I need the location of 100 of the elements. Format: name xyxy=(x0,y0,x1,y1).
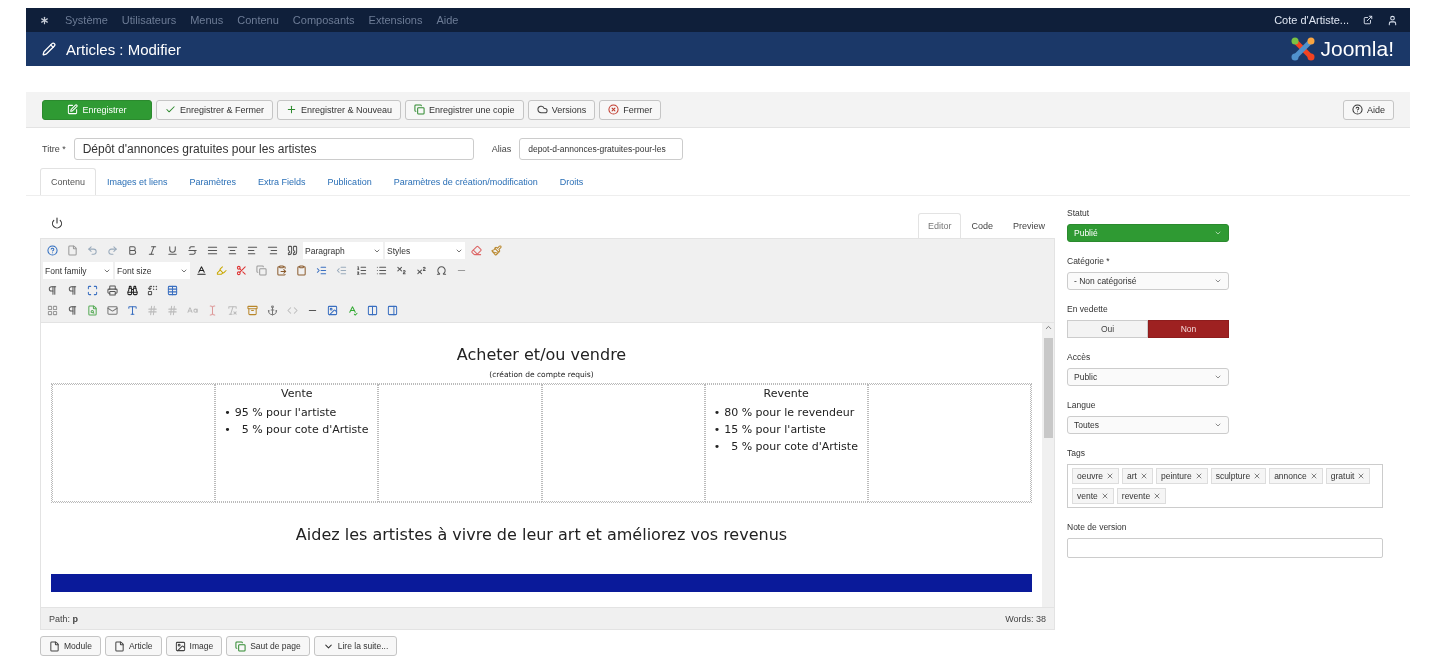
subscript-icon xyxy=(395,265,407,276)
tag[interactable]: vente xyxy=(1072,488,1114,504)
view-tab[interactable]: Preview xyxy=(1003,213,1055,238)
alias-field[interactable]: depot-d-annonces-gratuites-pour-les xyxy=(519,138,684,160)
insert-button[interactable]: Saut de page xyxy=(226,636,310,656)
version-note-label: Note de version xyxy=(1067,522,1128,532)
save-button[interactable]: Enregistrer xyxy=(42,99,152,120)
language-label: Langue xyxy=(1067,400,1097,410)
access-select[interactable]: Public xyxy=(1067,368,1229,386)
tag[interactable]: oeuvre xyxy=(1072,468,1119,484)
caret-icon xyxy=(1214,373,1222,381)
check-icon xyxy=(165,104,176,115)
tab[interactable]: Contenu xyxy=(40,168,97,195)
cut-icon xyxy=(235,265,247,276)
list-item: 5 % pour cote d'Artiste xyxy=(240,422,369,438)
align-right-icon xyxy=(266,245,278,256)
indent-icon xyxy=(315,265,327,276)
scroll-up-icon xyxy=(1043,323,1053,332)
find-icon xyxy=(126,285,138,296)
tags-field[interactable]: oeuvre art peinture sculpture annonce gratuit vente revente xyxy=(1067,464,1383,508)
block-format-select[interactable]: Paragraph xyxy=(303,242,383,259)
language-select[interactable]: Toutes xyxy=(1067,416,1229,434)
menu-item[interactable]: Utilisateurs xyxy=(121,14,177,26)
bullet: • xyxy=(713,439,721,455)
close-button[interactable]: Fermer xyxy=(599,99,662,120)
caret-icon xyxy=(1214,277,1222,285)
font-size-select[interactable]: Font size xyxy=(115,262,190,279)
paste-icon xyxy=(275,265,287,276)
title-field[interactable]: Dépôt d'annonces gratuites pour les artistes xyxy=(73,138,474,160)
image-icon xyxy=(326,305,338,316)
featured-option[interactable]: Oui xyxy=(1067,320,1148,338)
table-icon xyxy=(166,285,178,296)
save-close-button[interactable]: Enregistrer & Fermer xyxy=(156,99,274,120)
tag[interactable]: art xyxy=(1122,468,1153,484)
bold-icon xyxy=(126,245,138,256)
remove-icon xyxy=(1309,472,1318,480)
left-to-right-icon xyxy=(46,285,58,296)
show-blocks-icon xyxy=(66,305,78,316)
redo-icon xyxy=(106,245,118,256)
status-select[interactable]: Publié xyxy=(1067,224,1229,242)
insert-button[interactable]: Module xyxy=(40,636,101,656)
status-label: Statut xyxy=(1067,208,1091,218)
underline-icon xyxy=(166,245,178,256)
page-title: Articles : Modifier xyxy=(66,40,182,58)
version-note-field[interactable] xyxy=(1067,538,1383,558)
quote-icon xyxy=(286,245,298,256)
sidebar-icon xyxy=(386,305,398,316)
fullscreen-icon xyxy=(86,285,98,296)
list-item: 5 % pour cote d'Artiste xyxy=(730,439,858,455)
save-new-button[interactable]: Enregistrer & Nouveau xyxy=(277,99,402,120)
menu-item[interactable]: Aide xyxy=(436,14,459,26)
insert-button[interactable]: Image xyxy=(165,636,223,656)
menu-item[interactable]: Composants xyxy=(292,14,355,26)
menu-item[interactable]: Système xyxy=(65,14,108,26)
remove-icon xyxy=(1139,472,1148,480)
help-icon xyxy=(46,245,58,256)
list-item: 15 % pour l'artiste xyxy=(724,422,826,438)
edit-icon xyxy=(67,104,79,115)
column-title: Vente xyxy=(280,387,314,400)
tag[interactable]: gratuit xyxy=(1325,468,1371,484)
menu-item[interactable]: Extensions xyxy=(368,14,423,26)
strikethrough-icon xyxy=(186,245,198,256)
user-icon xyxy=(1387,14,1398,26)
outdent-icon xyxy=(335,265,347,276)
copy-button[interactable]: Enregistrer une copie xyxy=(405,99,524,120)
remove-icon xyxy=(1357,472,1366,480)
featured-option[interactable]: Non xyxy=(1148,320,1229,338)
content-tagline: Aidez les artistes à vivre de leur art et améliorez vos revenus xyxy=(295,525,788,544)
insert-button[interactable]: Lire la suite... xyxy=(313,636,398,656)
tag[interactable]: revente xyxy=(1116,488,1167,504)
bullet: • xyxy=(713,422,721,438)
remove-icon xyxy=(1106,472,1114,480)
category-select[interactable]: - Non catégorisé xyxy=(1067,272,1229,290)
new-document-icon xyxy=(66,245,78,256)
versions-button[interactable]: Versions xyxy=(527,99,596,120)
bullet-list-icon xyxy=(375,265,387,276)
eraser-icon xyxy=(470,245,482,256)
power-icon xyxy=(51,217,63,229)
tag[interactable]: sculpture xyxy=(1210,468,1267,484)
menu-item[interactable]: Menus xyxy=(190,14,224,26)
bullet: • xyxy=(713,405,721,421)
scrollbar-thumb[interactable] xyxy=(1043,338,1053,438)
featured-label: En vedette xyxy=(1067,304,1109,314)
view-tab[interactable]: Code xyxy=(961,213,1003,238)
numbered-list-icon xyxy=(355,265,367,276)
align-justify-icon xyxy=(206,245,218,256)
styles-select[interactable]: Styles xyxy=(385,242,465,259)
special-character-icon xyxy=(435,265,447,276)
tags-label: Tags xyxy=(1067,448,1086,458)
font-family-select[interactable]: Font family xyxy=(43,262,113,279)
copy-icon xyxy=(414,104,426,115)
help-button[interactable]: Aide xyxy=(1343,99,1394,120)
menu-item[interactable]: Contenu xyxy=(237,14,279,26)
tag[interactable]: annonce xyxy=(1269,468,1323,484)
remove-icon xyxy=(1253,472,1262,480)
bullet: • xyxy=(224,422,231,438)
tag[interactable]: peinture xyxy=(1155,468,1208,484)
insert-button[interactable]: Article xyxy=(104,636,162,656)
align-center-icon xyxy=(226,245,238,256)
site-link[interactable]: Cote d'Artiste... xyxy=(1274,14,1349,26)
